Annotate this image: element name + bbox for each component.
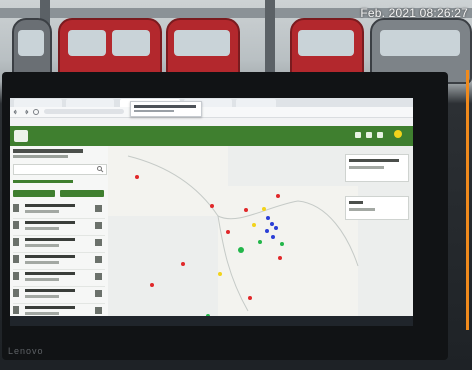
map-marker-green[interactable] [280,242,284,246]
map-marker-red[interactable] [244,208,248,212]
map-marker-red[interactable] [210,204,214,208]
browser-address-bar[interactable] [10,107,413,118]
info-icon[interactable] [366,132,372,138]
map-marker-red[interactable] [248,296,252,300]
filter-button[interactable] [60,190,104,197]
map-marker-blue[interactable] [274,226,278,230]
browser-tab[interactable] [14,99,62,107]
logo-icon [14,130,28,142]
monitor: Lenovo [2,72,448,360]
grid-icon[interactable] [355,132,361,138]
browser-tab-strip [10,98,413,107]
list-item[interactable] [13,219,105,236]
url-field[interactable] [44,109,124,114]
sidebar-section-label [13,180,73,183]
map-marker-blue[interactable] [271,235,275,239]
map-detail-panel [345,196,409,220]
monitor-screen [10,98,413,326]
list-item[interactable] [13,253,105,270]
ranking-sidebar [10,146,109,321]
list-item[interactable] [13,287,105,304]
map-info-panel [345,154,409,182]
sidebar-subtitle [13,155,68,158]
monitor-brand-label: Lenovo [8,346,44,356]
map-marker-red[interactable] [226,230,230,234]
map-view[interactable] [108,146,413,318]
map-marker-green[interactable] [238,247,244,253]
windows-taskbar [10,316,413,326]
search-icon [97,166,104,173]
user-avatar[interactable] [394,130,402,138]
map-marker-green[interactable] [258,240,262,244]
list-item[interactable] [13,236,105,253]
browser-tab[interactable] [66,99,114,107]
map-marker-blue[interactable] [266,216,270,220]
map-marker-blue[interactable] [265,229,269,233]
photo-timestamp: Feb. 2021 08:26:27 [360,6,468,20]
map-marker-red[interactable] [135,175,139,179]
map-marker-blue[interactable] [270,222,274,226]
map-marker-red[interactable] [150,283,154,287]
list-item[interactable] [13,270,105,287]
search-input[interactable] [13,164,107,175]
settings-icon[interactable] [377,132,383,138]
orange-frame-edge [466,70,469,330]
map-marker-yellow[interactable] [218,272,222,276]
map-marker-red[interactable] [276,194,280,198]
sidebar-title [13,149,83,153]
browser-tab[interactable] [236,99,276,107]
filter-button[interactable] [13,190,55,197]
list-item[interactable] [13,202,105,219]
map-marker-yellow[interactable] [252,223,256,227]
map-marker-red[interactable] [278,256,282,260]
tab-tooltip [130,101,202,117]
bookmarks-bar [10,118,413,126]
map-marker-red[interactable] [181,262,185,266]
app-header [10,126,413,146]
map-marker-yellow[interactable] [262,207,266,211]
browser-nav-icons[interactable] [12,107,42,117]
